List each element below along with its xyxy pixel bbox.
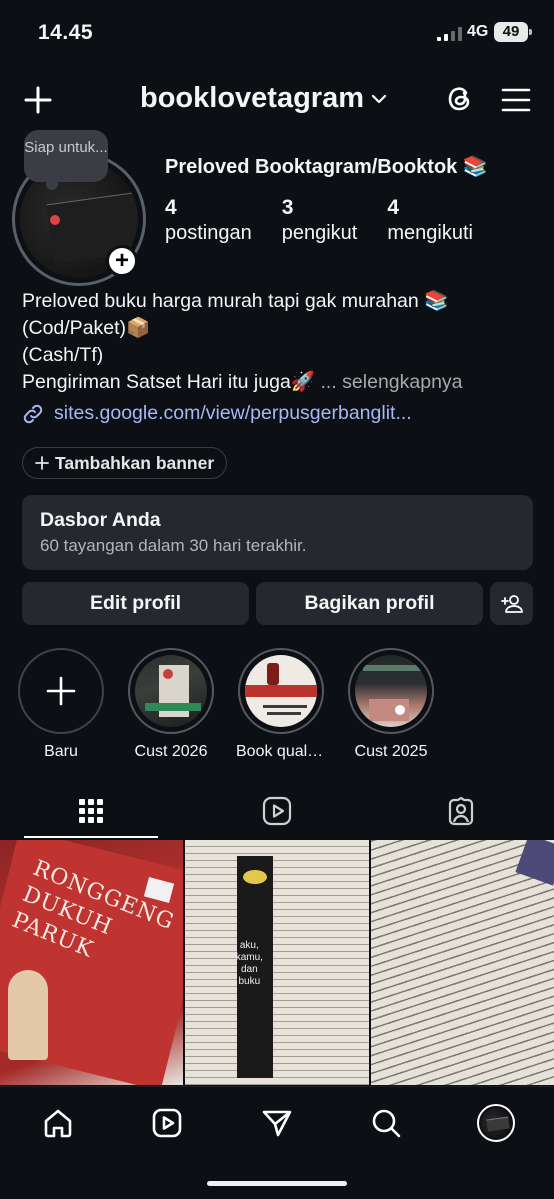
bio-line: Preloved buku harga murah tapi gak murah… [22,290,449,312]
plus-icon [46,676,76,706]
threads-button[interactable] [440,80,478,118]
link-text: sites.google.com/view/perpusgerbanglit..… [54,402,412,424]
discover-people-button[interactable] [490,582,533,625]
search-icon [372,1109,401,1138]
profile-link[interactable]: sites.google.com/view/perpusgerbanglit..… [22,402,412,425]
add-person-icon [500,594,523,613]
highlight-label: Baru [44,743,78,760]
nav-home[interactable] [38,1103,78,1143]
profile-header: booklovetagram [0,70,554,130]
profile-tabs [0,783,554,838]
add-banner-button[interactable]: Tambahkan banner [22,447,228,479]
share-profile-button[interactable]: Bagikan profil [256,582,483,625]
plus-icon [35,456,49,470]
stat-following[interactable]: 4 mengikuti [387,196,473,246]
stat-value: 4 [165,196,177,219]
highlight-item[interactable]: Cust 2026 [126,648,216,761]
signal-icon [437,27,462,41]
network-label: 4G [467,23,489,40]
note-text: Siap untuk... [24,139,108,156]
stat-label: mengikuti [387,222,473,244]
add-story-button[interactable]: + [106,245,138,277]
highlight-item[interactable]: Cust 2025 [346,648,436,761]
reels-icon [262,796,292,825]
stat-value: 4 [387,196,400,219]
highlight-label: Book qualit... [236,743,326,760]
highlight-cover [245,655,317,727]
note-bubble[interactable]: Siap untuk... [24,130,108,190]
status-bar: 14.45 4G 49 [0,0,554,64]
chevron-down-icon [371,94,387,103]
post-thumbnail[interactable]: RONGGENG DUKUH PARUK [0,840,184,1085]
battery-icon: 49 [494,22,532,42]
dashboard-title: Dasbor Anda [40,509,161,531]
posts-grid: RONGGENG DUKUH PARUK aku, kamu, dan buku [0,840,554,1085]
nav-search[interactable] [366,1103,406,1143]
link-icon [23,404,43,423]
highlight-cover [135,655,207,727]
post-thumbnail[interactable]: aku, kamu, dan buku [185,840,369,1085]
stat-label: postingan [165,222,252,244]
display-name: Preloved Booktagram/Booktok 📚 [165,156,488,178]
avatar [477,1104,515,1142]
banner-chip-label: Tambahkan banner [55,452,215,473]
home-icon [44,1109,72,1138]
status-time: 14.45 [38,21,94,44]
bio-line: (Cod/Paket)📦 [22,317,151,339]
stat-followers[interactable]: 3 pengikut [282,196,358,246]
reels-icon [152,1108,182,1138]
tab-reels[interactable] [210,783,344,838]
account-switcher[interactable]: booklovetagram [140,82,388,115]
nav-profile[interactable] [476,1103,516,1143]
nav-reels[interactable] [147,1103,187,1143]
dashboard-subtitle: 60 tayangan dalam 30 hari terakhir. [40,536,307,555]
grid-icon [79,798,103,823]
see-more-link[interactable]: ... selengkapnya [321,371,463,393]
story-highlights: Baru Cust 2026 Book qualit... Cust 2025 [0,648,554,768]
highlight-label: Cust 2025 [354,743,428,760]
home-indicator [207,1181,347,1186]
highlight-label: Cust 2026 [134,743,208,760]
post-thumbnail[interactable] [370,840,554,1085]
tab-posts-grid[interactable] [24,783,158,838]
stat-posts[interactable]: 4 postingan [165,196,252,246]
highlight-cover [355,655,427,727]
username: booklovetagram [140,82,364,114]
hamburger-menu-icon [501,88,531,112]
post-cover-text: aku, kamu, dan buku [235,940,263,987]
send-icon [262,1110,292,1137]
bio: Preloved buku harga murah tapi gak murah… [22,288,542,396]
menu-button[interactable] [498,82,534,118]
threads-icon [448,87,470,111]
nav-direct-messages[interactable] [257,1103,297,1143]
highlight-new[interactable]: Baru [16,648,106,761]
bio-line: (Cash/Tf) [22,344,104,366]
tagged-person-icon [448,796,474,825]
stat-label: pengikut [281,222,358,244]
stat-value: 3 [281,196,294,219]
profile-stats: 4 postingan 3 pengikut 4 mengikuti [165,196,503,246]
professional-dashboard[interactable]: Dasbor Anda 60 tayangan dalam 30 hari te… [22,495,533,570]
bio-line: Pengiriman Satset Hari itu juga🚀 [22,371,316,393]
plus-icon [24,86,52,114]
create-button[interactable] [20,82,56,118]
edit-profile-button[interactable]: Edit profil [22,582,249,625]
highlight-item[interactable]: Book qualit... [236,648,326,761]
bio-line-last: Pengiriman Satset Hari itu juga🚀 ... sel… [22,369,542,396]
tab-tagged[interactable] [394,783,528,838]
